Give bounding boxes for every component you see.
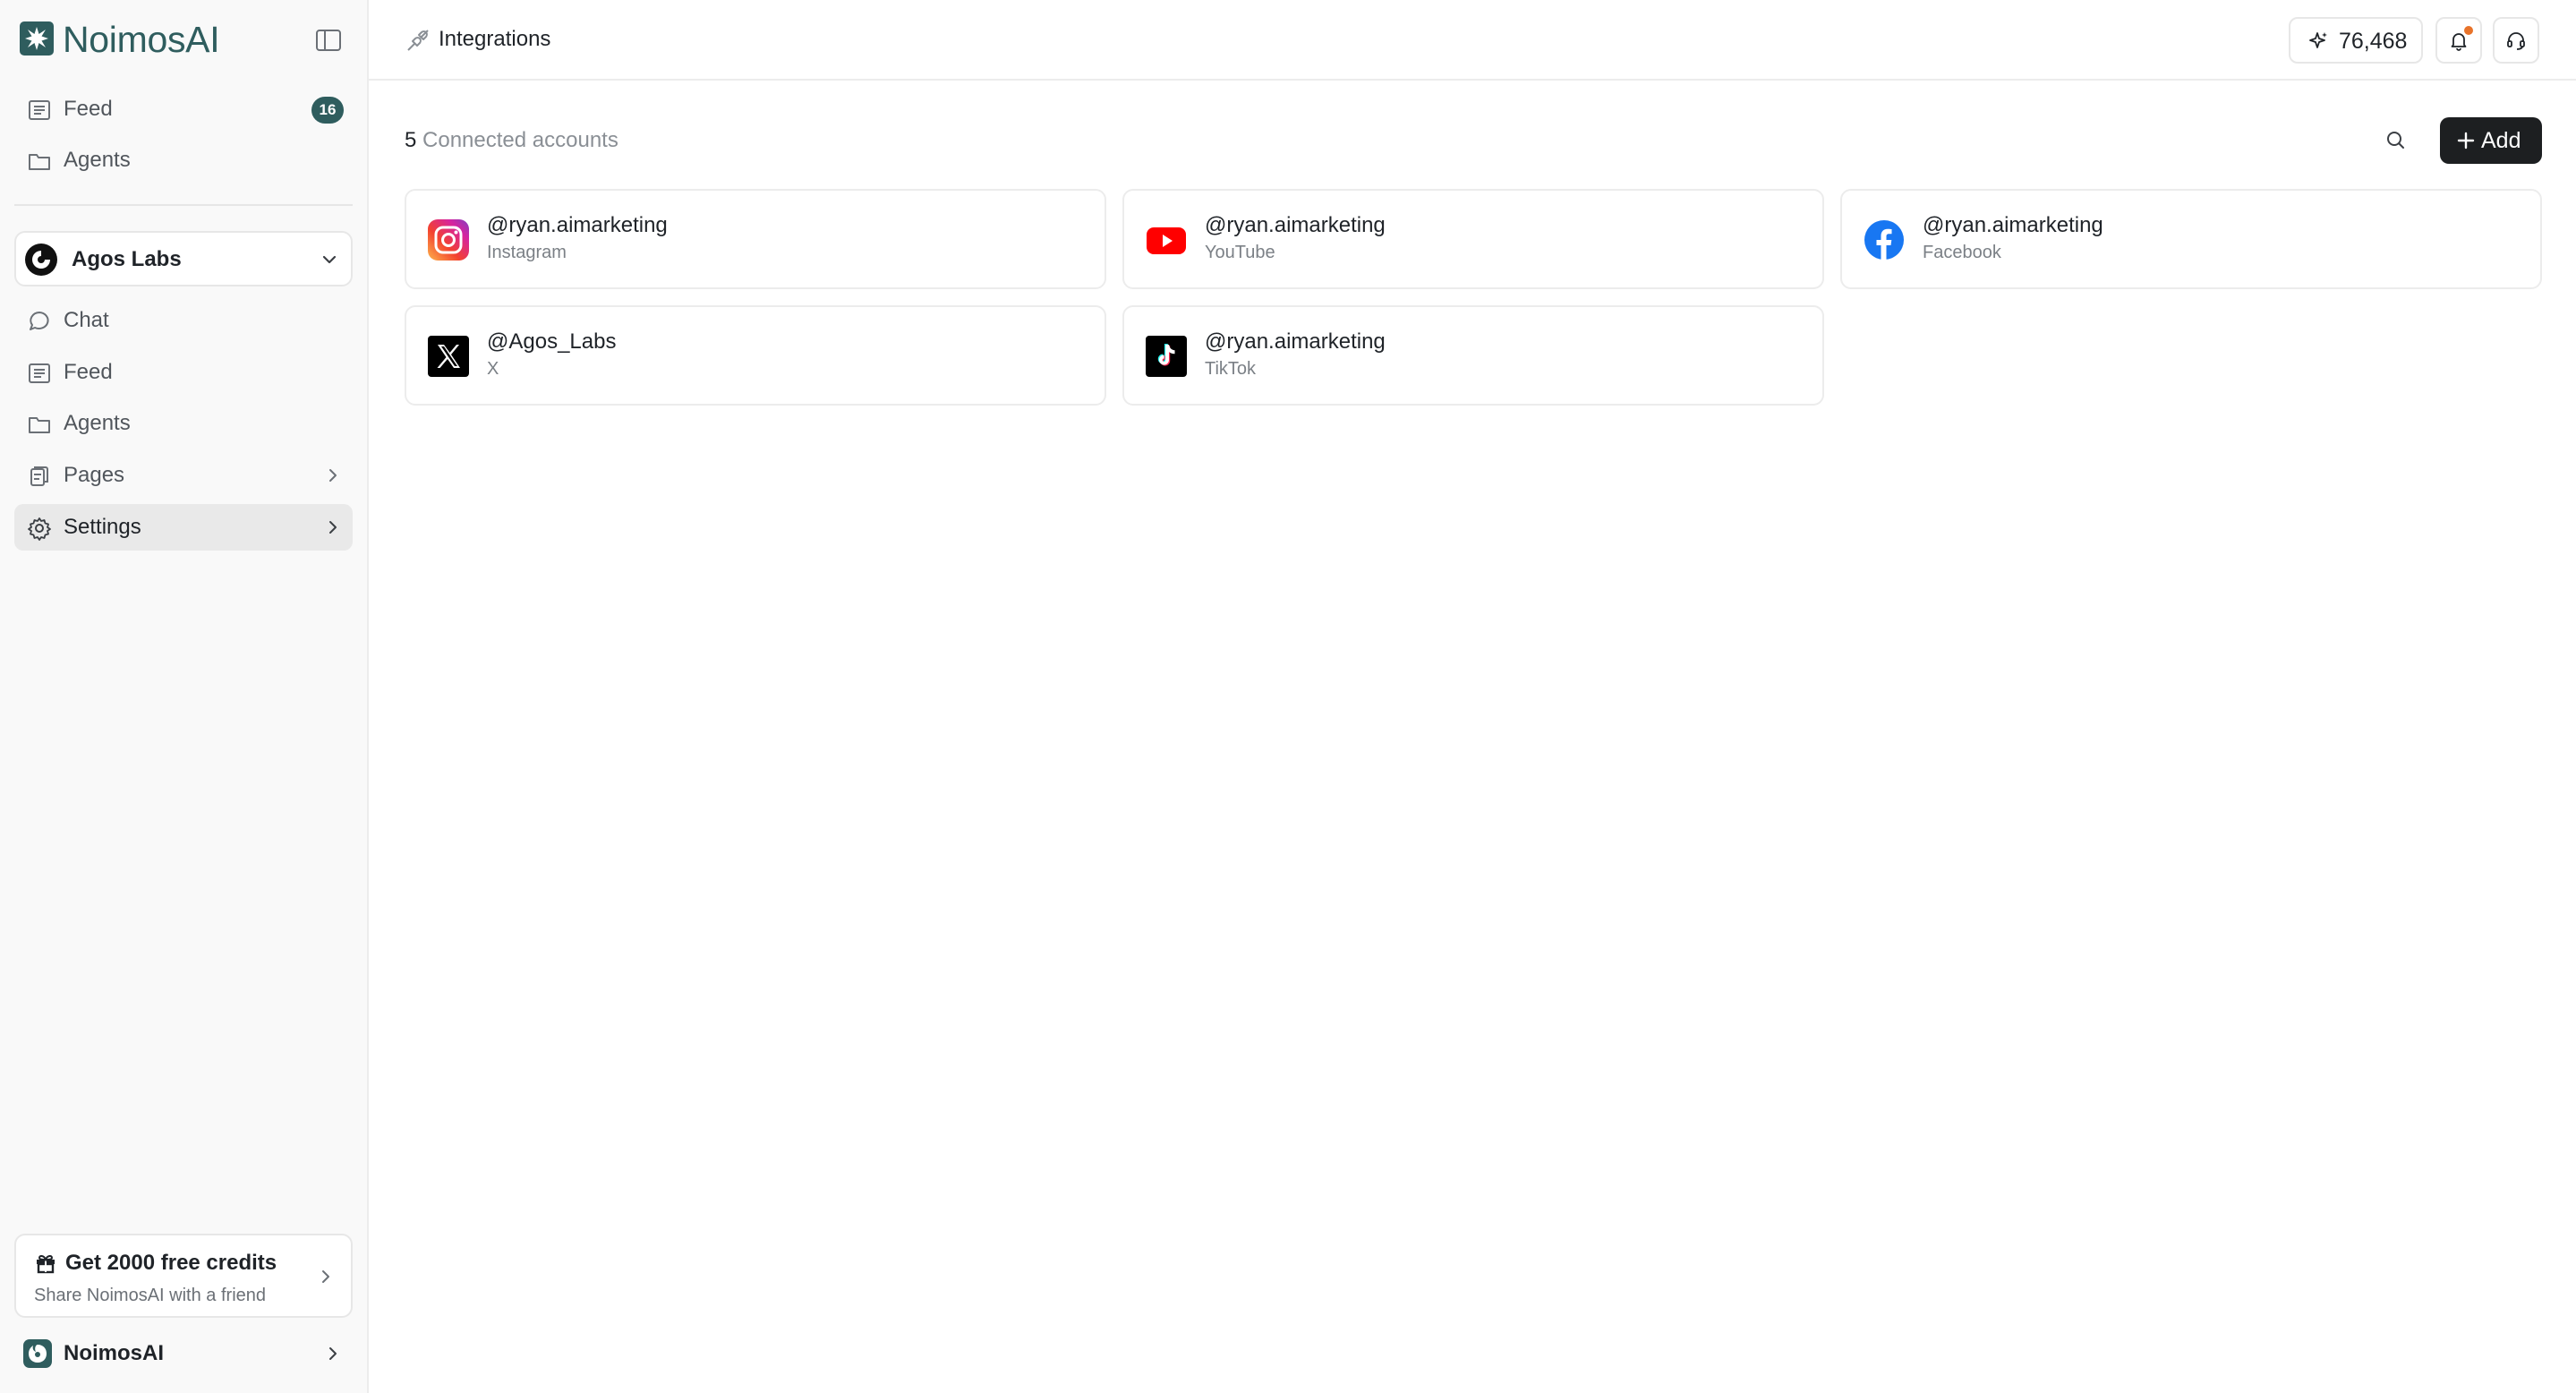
sidebar-item-label: Pages bbox=[64, 463, 125, 487]
sidebar: NoimosAI Feed 16 Agents Agos Labs Chat F… bbox=[0, 0, 369, 1393]
gear-icon bbox=[27, 516, 52, 541]
headset-icon bbox=[2507, 32, 2525, 50]
chevron-right-icon bbox=[324, 518, 342, 536]
gift-icon bbox=[34, 1252, 57, 1275]
sidebar-item-label: Feed bbox=[64, 360, 113, 384]
referral-promo-card[interactable]: Get 2000 free credits Share NoimosAI wit… bbox=[14, 1234, 353, 1318]
folder-icon bbox=[27, 412, 52, 437]
organization-menu[interactable]: NoimosAI bbox=[14, 1330, 353, 1375]
support-button[interactable] bbox=[2493, 17, 2539, 64]
account-handle: @ryan.aimarketing bbox=[1923, 213, 2103, 237]
sidebar-item-label: Settings bbox=[64, 515, 141, 539]
account-platform: TikTok bbox=[1205, 359, 1257, 379]
account-platform: X bbox=[487, 359, 499, 379]
account-card-youtube[interactable]: @ryan.aimarketing YouTube bbox=[1122, 189, 1824, 289]
facebook-icon bbox=[1864, 219, 1905, 261]
list-icon bbox=[27, 98, 52, 123]
brand-name: NoimosAI bbox=[63, 19, 220, 60]
workspace-name: Agos Labs bbox=[72, 247, 182, 271]
chevron-right-icon bbox=[317, 1268, 335, 1286]
x-icon bbox=[428, 336, 469, 377]
instagram-icon bbox=[428, 219, 469, 261]
add-button-label: Add bbox=[2481, 128, 2521, 153]
account-handle: @ryan.aimarketing bbox=[487, 213, 668, 237]
notification-dot bbox=[2464, 26, 2473, 35]
account-handle: @ryan.aimarketing bbox=[1205, 213, 1386, 237]
account-platform: Instagram bbox=[487, 243, 567, 262]
sidebar-item-chat[interactable]: Chat bbox=[14, 297, 353, 344]
pages-icon bbox=[27, 464, 52, 489]
list-icon bbox=[27, 361, 52, 386]
account-handle: @ryan.aimarketing bbox=[1205, 329, 1386, 354]
chat-bubble-icon bbox=[27, 309, 52, 334]
sidebar-item-settings[interactable]: Settings bbox=[14, 504, 353, 551]
sidebar-item-feed[interactable]: Feed bbox=[14, 349, 353, 396]
workspace-logo-icon bbox=[25, 244, 57, 276]
sidebar-item-pages[interactable]: Pages bbox=[14, 452, 353, 499]
promo-title: Get 2000 free credits bbox=[65, 1251, 277, 1275]
sidebar-item-label: Feed bbox=[64, 97, 113, 121]
sidebar-item-label: Agents bbox=[64, 148, 131, 172]
feed-count-badge: 16 bbox=[311, 97, 344, 124]
sidebar-divider bbox=[14, 204, 353, 206]
chevron-right-icon bbox=[324, 1345, 342, 1363]
tiktok-icon bbox=[1146, 336, 1187, 377]
count-label: Connected accounts bbox=[422, 128, 618, 152]
chevron-down-icon bbox=[319, 249, 340, 270]
account-card-tiktok[interactable]: @ryan.aimarketing TikTok bbox=[1122, 305, 1824, 406]
sidebar-item-feed-top[interactable]: Feed 16 bbox=[14, 86, 353, 132]
credits-button[interactable]: 76,468 bbox=[2289, 17, 2423, 64]
connected-accounts-count: 5 Connected accounts bbox=[405, 127, 618, 154]
account-card-x[interactable]: @Agos_Labs X bbox=[405, 305, 1106, 406]
sidebar-item-agents[interactable]: Agents bbox=[14, 400, 353, 447]
workspace-selector[interactable]: Agos Labs bbox=[14, 231, 353, 286]
account-handle: @Agos_Labs bbox=[487, 329, 617, 354]
plug-icon bbox=[405, 27, 431, 54]
org-logo-icon bbox=[23, 1339, 52, 1368]
sidebar-item-label: Agents bbox=[64, 411, 131, 435]
account-platform: YouTube bbox=[1205, 243, 1275, 262]
sidebar-collapse-icon[interactable] bbox=[315, 29, 342, 52]
folder-icon bbox=[27, 149, 52, 174]
top-bar: Integrations 76,468 bbox=[369, 0, 2576, 81]
plus-icon bbox=[2456, 131, 2476, 150]
brand-logo-icon bbox=[20, 21, 54, 56]
youtube-icon bbox=[1146, 219, 1187, 261]
count-number: 5 bbox=[405, 128, 417, 152]
add-account-button[interactable]: Add bbox=[2440, 117, 2542, 164]
account-card-facebook[interactable]: @ryan.aimarketing Facebook bbox=[1840, 189, 2542, 289]
search-icon[interactable] bbox=[2381, 125, 2411, 156]
account-platform: Facebook bbox=[1923, 243, 2001, 262]
chevron-right-icon bbox=[324, 466, 342, 484]
credits-amount: 76,468 bbox=[2339, 29, 2408, 54]
page-title: Integrations bbox=[439, 27, 551, 51]
org-name: NoimosAI bbox=[64, 1341, 165, 1365]
account-card-instagram[interactable]: @ryan.aimarketing Instagram bbox=[405, 189, 1106, 289]
notifications-button[interactable] bbox=[2435, 17, 2482, 64]
sparkle-icon bbox=[2308, 30, 2330, 52]
promo-subtitle: Share NoimosAI with a friend bbox=[34, 1286, 267, 1305]
sidebar-item-agents-top[interactable]: Agents bbox=[14, 137, 353, 184]
sidebar-item-label: Chat bbox=[64, 308, 109, 332]
